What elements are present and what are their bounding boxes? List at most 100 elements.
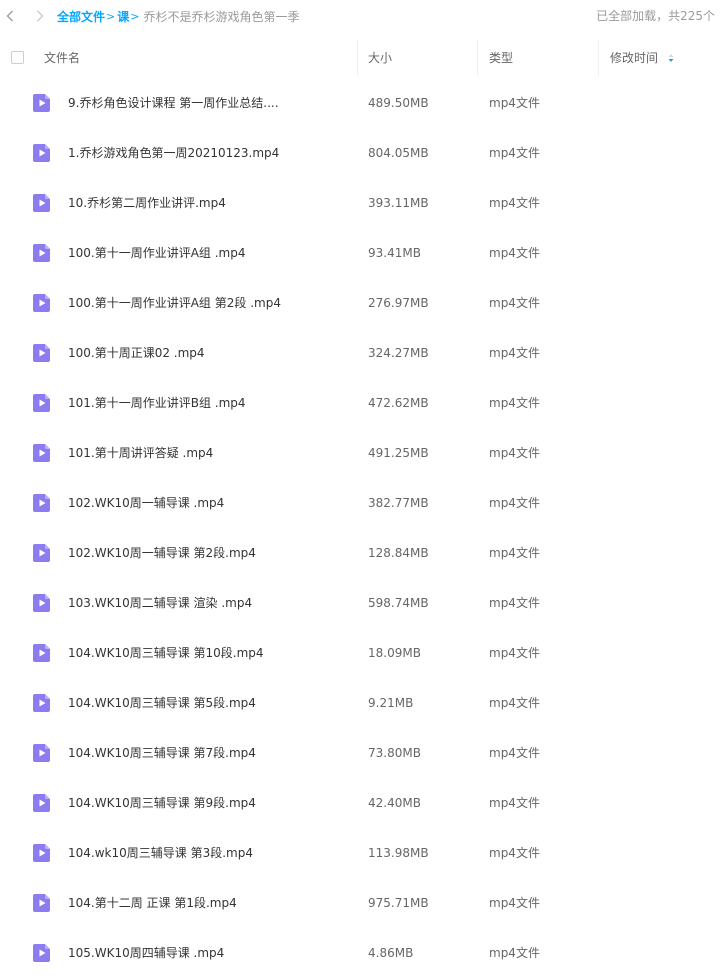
file-row[interactable]: 102.WK10周一辅导课 第2段.mp4 128.84MB mp4文件 <box>0 528 723 578</box>
file-type: mp4文件 <box>489 746 540 760</box>
forward-button[interactable] <box>33 9 47 23</box>
file-type: mp4文件 <box>489 896 540 910</box>
file-name[interactable]: 104.第十二周 正课 第1段.mp4 <box>68 878 348 928</box>
file-size: 42.40MB <box>368 796 421 810</box>
file-type: mp4文件 <box>489 496 540 510</box>
load-status: 已全部加载，共225个 <box>596 9 715 23</box>
file-type: mp4文件 <box>489 446 540 460</box>
file-row[interactable]: 100.第十一周作业讲评A组 .mp4 93.41MB mp4文件 <box>0 228 723 278</box>
file-row[interactable]: 104.WK10周三辅导课 第7段.mp4 73.80MB mp4文件 <box>0 728 723 778</box>
video-file-icon <box>32 143 52 163</box>
table-header: 文件名 大小 类型 修改时间 <box>0 40 723 76</box>
file-name[interactable]: 105.WK10周四辅导课 .mp4 <box>68 928 348 978</box>
file-size: 472.62MB <box>368 396 429 410</box>
select-all-checkbox[interactable] <box>11 51 24 64</box>
file-name[interactable]: 102.WK10周一辅导课 第2段.mp4 <box>68 528 348 578</box>
file-name[interactable]: 100.第十周正课02 .mp4 <box>68 328 348 378</box>
file-type: mp4文件 <box>489 246 540 260</box>
breadcrumb-root[interactable]: 全部文件 <box>57 8 105 25</box>
file-row[interactable]: 103.WK10周二辅导课 渲染 .mp4 598.74MB mp4文件 <box>0 578 723 628</box>
file-name[interactable]: 104.wk10周三辅导课 第3段.mp4 <box>68 828 348 878</box>
file-row[interactable]: 104.WK10周三辅导课 第10段.mp4 18.09MB mp4文件 <box>0 628 723 678</box>
file-row[interactable]: 102.WK10周一辅导课 .mp4 382.77MB mp4文件 <box>0 478 723 528</box>
column-header-type[interactable]: 类型 <box>489 40 513 76</box>
file-size: 598.74MB <box>368 596 429 610</box>
video-file-icon <box>32 243 52 263</box>
breadcrumb-bar: 全部文件 > 课 > 乔杉不是乔杉游戏角色第一季 已全部加载，共225个 <box>0 0 723 32</box>
file-name[interactable]: 1.乔杉游戏角色第一周20210123.mp4 <box>68 128 348 178</box>
video-file-icon <box>32 743 52 763</box>
back-button[interactable] <box>3 9 17 23</box>
file-size: 18.09MB <box>368 646 421 660</box>
file-row[interactable]: 104.WK10周三辅导课 第5段.mp4 9.21MB mp4文件 <box>0 678 723 728</box>
file-size: 975.71MB <box>368 896 429 910</box>
file-size: 491.25MB <box>368 446 429 460</box>
chevron-left-icon <box>6 10 14 22</box>
file-size: 4.86MB <box>368 946 414 960</box>
file-size: 73.80MB <box>368 746 421 760</box>
video-file-icon <box>32 393 52 413</box>
file-name[interactable]: 9.乔杉角色设计课程 第一周作业总结.... <box>68 78 348 128</box>
file-type: mp4文件 <box>489 846 540 860</box>
file-row[interactable]: 104.第十二周 正课 第1段.mp4 975.71MB mp4文件 <box>0 878 723 928</box>
file-size: 113.98MB <box>368 846 429 860</box>
video-file-icon <box>32 793 52 813</box>
file-row[interactable]: 9.乔杉角色设计课程 第一周作业总结.... 489.50MB mp4文件 <box>0 78 723 128</box>
file-row[interactable]: 101.第十一周作业讲评B组 .mp4 472.62MB mp4文件 <box>0 378 723 428</box>
column-divider <box>357 40 358 76</box>
file-row[interactable]: 10.乔杉第二周作业讲评.mp4 393.11MB mp4文件 <box>0 178 723 228</box>
file-row[interactable]: 104.wk10周三辅导课 第3段.mp4 113.98MB mp4文件 <box>0 828 723 878</box>
video-file-icon <box>32 193 52 213</box>
video-file-icon <box>32 843 52 863</box>
file-row[interactable]: 100.第十一周作业讲评A组 第2段 .mp4 276.97MB mp4文件 <box>0 278 723 328</box>
file-name[interactable]: 104.WK10周三辅导课 第9段.mp4 <box>68 778 348 828</box>
file-row[interactable]: 1.乔杉游戏角色第一周20210123.mp4 804.05MB mp4文件 <box>0 128 723 178</box>
file-size: 489.50MB <box>368 96 429 110</box>
file-name[interactable]: 100.第十一周作业讲评A组 .mp4 <box>68 228 348 278</box>
video-file-icon <box>32 93 52 113</box>
file-name[interactable]: 101.第十周讲评答疑 .mp4 <box>68 428 348 478</box>
file-size: 93.41MB <box>368 246 421 260</box>
breadcrumb-separator: > <box>106 9 116 23</box>
video-file-icon <box>32 893 52 913</box>
video-file-icon <box>32 293 52 313</box>
column-header-mtime[interactable]: 修改时间 <box>610 40 674 76</box>
sort-arrow-icon[interactable] <box>668 53 674 63</box>
file-size: 804.05MB <box>368 146 429 160</box>
file-list: 9.乔杉角色设计课程 第一周作业总结.... 489.50MB mp4文件 1.乔杉游… <box>0 78 723 978</box>
file-row[interactable]: 105.WK10周四辅导课 .mp4 4.86MB mp4文件 <box>0 928 723 978</box>
file-name[interactable]: 101.第十一周作业讲评B组 .mp4 <box>68 378 348 428</box>
column-header-size[interactable]: 大小 <box>368 40 392 76</box>
file-size: 393.11MB <box>368 196 429 210</box>
breadcrumb-separator: > <box>130 9 140 23</box>
file-name[interactable]: 10.乔杉第二周作业讲评.mp4 <box>68 178 348 228</box>
file-type: mp4文件 <box>489 196 540 210</box>
file-size: 276.97MB <box>368 296 429 310</box>
breadcrumb: 全部文件 > 课 > 乔杉不是乔杉游戏角色第一季 <box>57 8 299 25</box>
video-file-icon <box>32 593 52 613</box>
file-name[interactable]: 103.WK10周二辅导课 渲染 .mp4 <box>68 578 348 628</box>
file-name[interactable]: 104.WK10周三辅导课 第10段.mp4 <box>68 628 348 678</box>
column-header-name[interactable]: 文件名 <box>44 40 80 76</box>
video-file-icon <box>32 693 52 713</box>
video-file-icon <box>32 493 52 513</box>
file-type: mp4文件 <box>489 146 540 160</box>
file-size: 382.77MB <box>368 496 429 510</box>
file-name[interactable]: 100.第十一周作业讲评A组 第2段 .mp4 <box>68 278 348 328</box>
file-type: mp4文件 <box>489 796 540 810</box>
file-row[interactable]: 101.第十周讲评答疑 .mp4 491.25MB mp4文件 <box>0 428 723 478</box>
column-divider <box>598 40 599 76</box>
file-name[interactable]: 104.WK10周三辅导课 第5段.mp4 <box>68 678 348 728</box>
file-row[interactable]: 100.第十周正课02 .mp4 324.27MB mp4文件 <box>0 328 723 378</box>
breadcrumb-current: 乔杉不是乔杉游戏角色第一季 <box>143 9 300 24</box>
column-header-mtime-label: 修改时间 <box>610 51 659 65</box>
file-row[interactable]: 104.WK10周三辅导课 第9段.mp4 42.40MB mp4文件 <box>0 778 723 828</box>
file-size: 128.84MB <box>368 546 429 560</box>
file-type: mp4文件 <box>489 946 540 960</box>
file-name[interactable]: 102.WK10周一辅导课 .mp4 <box>68 478 348 528</box>
file-name[interactable]: 104.WK10周三辅导课 第7段.mp4 <box>68 728 348 778</box>
video-file-icon <box>32 343 52 363</box>
column-divider <box>477 40 478 76</box>
breadcrumb-parent[interactable]: 课 <box>117 8 129 25</box>
video-file-icon <box>32 943 52 963</box>
